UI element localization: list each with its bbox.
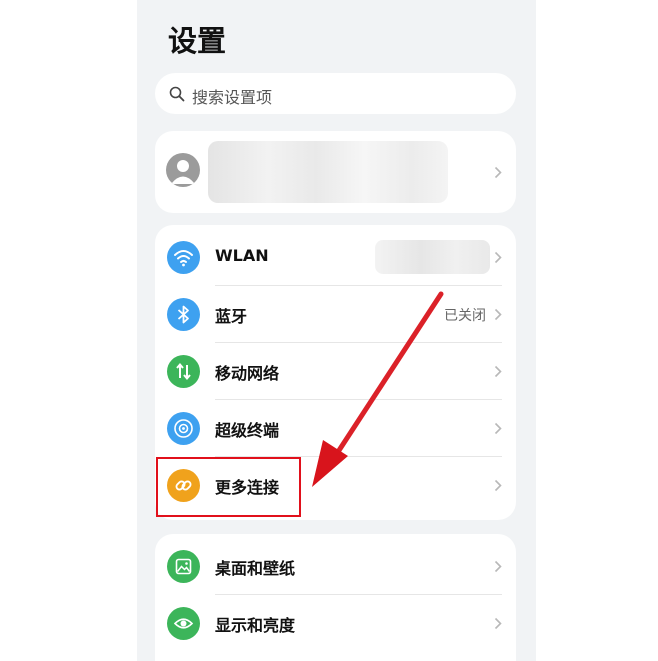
bluetooth-icon: [167, 298, 200, 331]
settings-screen: 设置 搜索设置项 WLAN 蓝牙 已关闭 移动网络 超级终端 更多连接 桌面和壁…: [137, 0, 536, 661]
display-card: 桌面和壁纸 显示和亮度: [155, 534, 516, 661]
settings-item-label: 桌面和壁纸: [215, 559, 296, 578]
settings-item-display-brightness[interactable]: 显示和亮度: [155, 595, 516, 652]
wallpaper-icon: [167, 550, 200, 583]
settings-item-label: 超级终端: [215, 421, 280, 440]
settings-item-label: 移动网络: [215, 364, 280, 383]
account-name-blurred: [208, 141, 448, 203]
chevron-right-icon: [494, 422, 502, 435]
chevron-right-icon: [494, 308, 502, 321]
search-input[interactable]: 搜索设置项: [155, 73, 516, 114]
chevron-right-icon: [494, 365, 502, 378]
chevron-right-icon: [494, 251, 502, 264]
chevron-right-icon: [494, 560, 502, 573]
search-icon: [169, 86, 185, 102]
settings-item-super-device[interactable]: 超级终端: [155, 400, 516, 457]
chevron-right-icon: [494, 166, 502, 179]
user-avatar-icon: [166, 153, 200, 187]
display-eye-icon: [167, 607, 200, 640]
super-device-icon: [167, 412, 200, 445]
chevron-right-icon: [494, 617, 502, 630]
settings-item-label: 蓝牙: [215, 307, 248, 326]
settings-item-label: 显示和亮度: [215, 616, 296, 635]
bluetooth-status: 已关闭: [444, 308, 486, 324]
mobile-data-icon: [167, 355, 200, 388]
highlight-box: [156, 457, 301, 517]
page-title: 设置: [168, 24, 227, 58]
wlan-network-blurred: [375, 240, 490, 274]
chevron-right-icon: [494, 479, 502, 492]
settings-item-wlan[interactable]: WLAN: [155, 229, 516, 286]
settings-item-label: WLAN: [215, 246, 269, 265]
search-placeholder: 搜索设置项: [192, 88, 273, 107]
settings-item-mobile-network[interactable]: 移动网络: [155, 343, 516, 400]
wifi-icon: [167, 241, 200, 274]
settings-item-home-wallpaper[interactable]: 桌面和壁纸: [155, 538, 516, 595]
account-card[interactable]: [155, 131, 516, 213]
settings-item-bluetooth[interactable]: 蓝牙 已关闭: [155, 286, 516, 343]
